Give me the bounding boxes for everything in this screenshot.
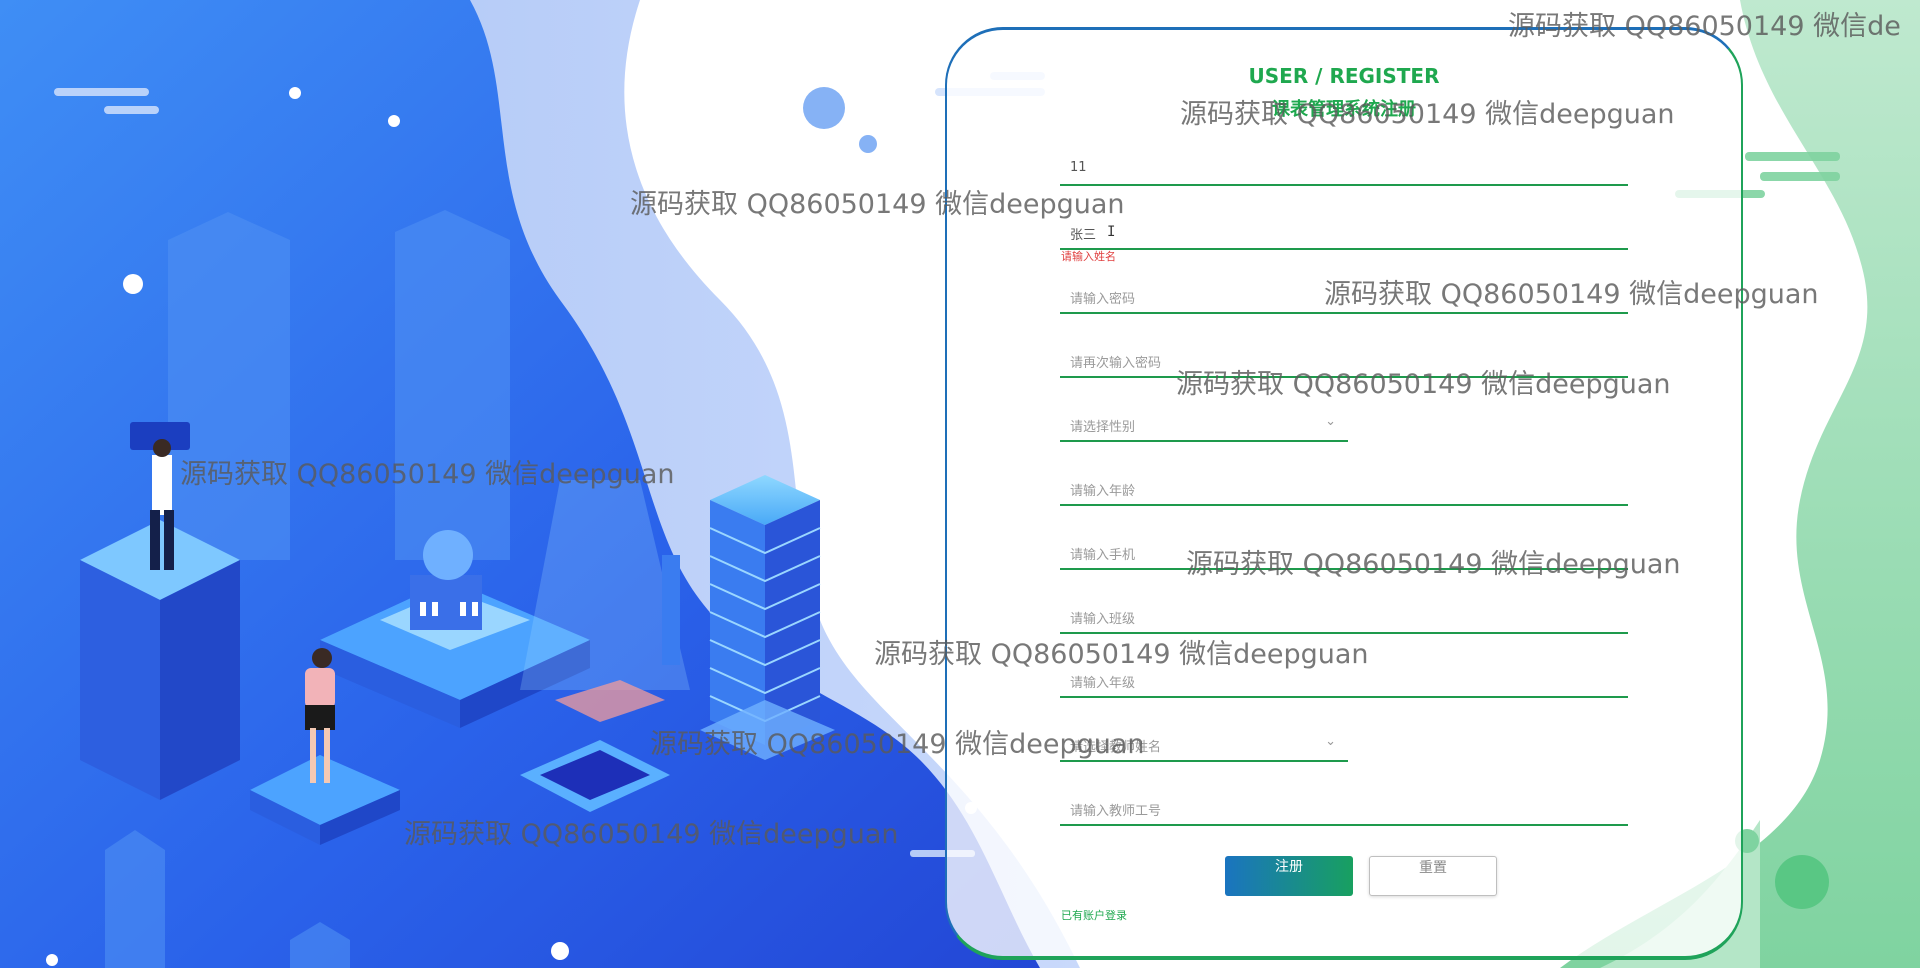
name-field[interactable]: 张三	[1060, 206, 1628, 250]
phone-placeholder: 请输入手机	[1070, 548, 1136, 563]
gender-placeholder: 请选择性别	[1070, 420, 1136, 435]
watermark-text: 源码获取 QQ86050149 微信deepguan	[1180, 99, 1675, 130]
register-button[interactable]: 注册	[1225, 856, 1353, 896]
class-field[interactable]: 请输入班级	[1060, 590, 1628, 634]
name-error-message: 请输入姓名	[1061, 250, 1116, 263]
account-input-value: 11	[1070, 160, 1087, 175]
watermark-text: 源码获取 QQ86050149 微信deepguan	[1176, 369, 1671, 400]
chevron-down-icon: ⌄	[1325, 734, 1336, 749]
teacher-number-field[interactable]: 请输入教师工号	[1060, 782, 1628, 826]
chevron-down-icon: ⌄	[1325, 414, 1336, 429]
age-field[interactable]: 请输入年龄	[1060, 462, 1628, 506]
age-placeholder: 请输入年龄	[1070, 484, 1136, 499]
watermark-text: 源码获取 QQ86050149 微信deepguan	[180, 459, 675, 490]
password-placeholder: 请输入密码	[1070, 292, 1136, 307]
register-card: USER / REGISTER 课表管理系统注册 11 张三 I 请输入姓名 请…	[945, 27, 1743, 960]
grade-placeholder: 请输入年级	[1070, 676, 1136, 691]
watermark-text: 源码获取 QQ86050149 微信deepguan	[404, 819, 899, 850]
watermark-text: 源码获取 QQ86050149 微信deepguan	[1324, 279, 1819, 310]
class-placeholder: 请输入班级	[1070, 612, 1136, 627]
reset-button[interactable]: 重置	[1369, 856, 1497, 896]
name-input-value: 张三	[1070, 228, 1097, 243]
watermark-text: 源码获取 QQ86050149 微信deepguan	[650, 729, 1145, 760]
gender-select[interactable]: 请选择性别 ⌄	[1060, 398, 1348, 442]
text-cursor-icon: I	[1107, 224, 1116, 240]
watermark-text: 源码获取 QQ86050149 微信deepguan	[1186, 549, 1681, 580]
page-title: USER / REGISTER	[1248, 64, 1440, 88]
password-confirm-placeholder: 请再次输入密码	[1070, 356, 1162, 371]
watermark-text: 源码获取 QQ86050149 微信de	[1508, 11, 1901, 42]
login-link[interactable]: 已有账户登录	[1061, 907, 1127, 923]
watermark-text: 源码获取 QQ86050149 微信deepguan	[630, 189, 1125, 220]
teacher-number-placeholder: 请输入教师工号	[1070, 804, 1162, 819]
watermark-text: 源码获取 QQ86050149 微信deepguan	[874, 639, 1369, 670]
account-field[interactable]: 11	[1060, 142, 1628, 186]
